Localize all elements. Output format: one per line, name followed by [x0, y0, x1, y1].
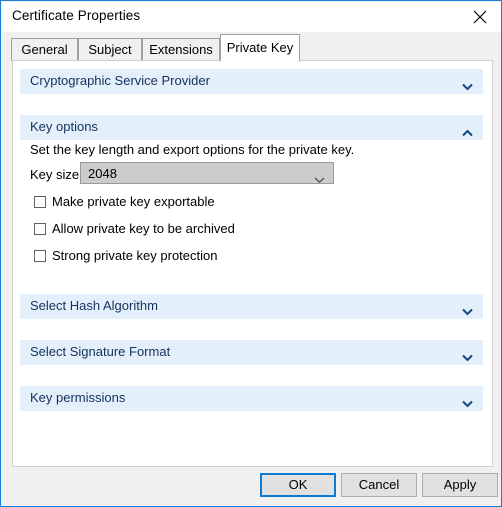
section-title: Cryptographic Service Provider	[30, 73, 210, 88]
tab-general[interactable]: General	[11, 38, 78, 61]
key-size-combobox[interactable]: 2048	[80, 162, 334, 184]
tab-private-key[interactable]: Private Key	[220, 34, 300, 62]
key-options-description: Set the key length and export options fo…	[30, 142, 355, 157]
tab-label: General	[21, 42, 68, 57]
window-title: Certificate Properties	[12, 8, 141, 23]
apply-button[interactable]: Apply	[422, 473, 498, 497]
tab-label: Subject	[88, 42, 132, 57]
section-header-cryptographic-service-provider[interactable]: Cryptographic Service Provider	[20, 69, 483, 94]
chevron-up-icon	[462, 124, 473, 137]
tab-subject[interactable]: Subject	[78, 38, 142, 61]
section-header-select-hash-algorithm[interactable]: Select Hash Algorithm	[20, 294, 483, 319]
cancel-button-label: Cancel	[358, 477, 400, 492]
tab-label: Extensions	[149, 42, 213, 57]
checkbox-label: Strong private key protection	[52, 248, 218, 263]
key-size-label: Key size:	[30, 167, 83, 182]
chevron-down-icon	[314, 171, 325, 184]
chevron-down-icon	[462, 303, 473, 316]
checkbox-box	[34, 223, 46, 235]
section-title: Select Signature Format	[30, 344, 171, 359]
ok-button-label: OK	[288, 477, 308, 492]
checkbox-box	[34, 196, 46, 208]
tab-strip: General Subject Extensions Private Key	[2, 32, 501, 62]
section-header-select-signature-format[interactable]: Select Signature Format	[20, 340, 483, 365]
ok-button[interactable]: OK	[260, 473, 336, 497]
chevron-down-icon	[462, 349, 473, 362]
title-bar: Certificate Properties	[2, 2, 501, 32]
tab-extensions[interactable]: Extensions	[142, 38, 220, 61]
checkbox-label: Allow private key to be archived	[52, 221, 235, 236]
private-key-tab-panel: Cryptographic Service Provider Key optio…	[12, 60, 493, 467]
dialog-footer: OK Cancel Apply	[2, 467, 501, 506]
cancel-button[interactable]: Cancel	[341, 473, 417, 497]
close-button[interactable]	[458, 2, 501, 32]
section-header-key-options[interactable]: Key options	[20, 115, 483, 140]
checkbox-box	[34, 250, 46, 262]
certificate-properties-dialog: Certificate Properties General Subject E…	[0, 0, 502, 507]
checkbox-label: Make private key exportable	[52, 194, 215, 209]
apply-button-label: Apply	[443, 477, 477, 492]
key-size-value: 2048	[88, 166, 117, 181]
section-title: Key options	[30, 119, 98, 134]
section-title: Key permissions	[30, 390, 126, 405]
chevron-down-icon	[462, 395, 473, 408]
chevron-down-icon	[462, 78, 473, 91]
section-header-key-permissions[interactable]: Key permissions	[20, 386, 483, 411]
section-title: Select Hash Algorithm	[30, 298, 158, 313]
tab-label: Private Key	[226, 40, 294, 55]
